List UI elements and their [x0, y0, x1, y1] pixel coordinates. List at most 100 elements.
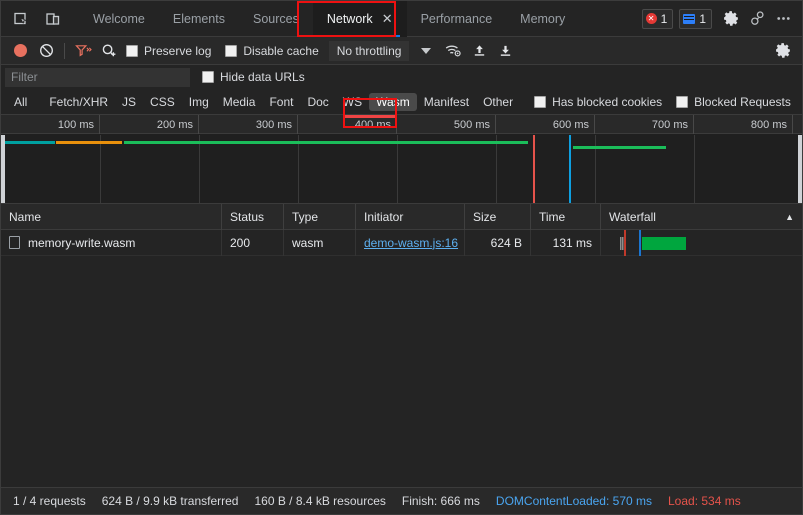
checkbox-box	[126, 45, 138, 57]
waterfall-load-marker	[624, 230, 626, 256]
type-filter-other[interactable]: Other	[476, 93, 520, 111]
transferred-size: 624 B / 9.9 kB transferred	[102, 494, 239, 508]
overview-window-handle-left[interactable]	[1, 135, 5, 203]
message-icon	[683, 14, 695, 24]
network-overview[interactable]: 100 ms 200 ms 300 ms 400 ms 500 ms 600 m…	[1, 115, 802, 204]
resource-type-filters: All Fetch/XHR JS CSS Img Media Font Doc …	[1, 89, 802, 115]
clear-button[interactable]	[33, 39, 59, 63]
preserve-log-label: Preserve log	[144, 44, 211, 58]
preserve-log-checkbox[interactable]: Preserve log	[126, 44, 211, 58]
column-header-time[interactable]: Time	[531, 204, 601, 230]
overview-tick: 800 ms	[694, 115, 793, 134]
filter-icon[interactable]	[70, 39, 96, 63]
type-filter-manifest[interactable]: Manifest	[417, 93, 476, 111]
column-header-name[interactable]: Name	[1, 204, 222, 230]
column-header-type[interactable]: Type	[284, 204, 356, 230]
blocked-requests-label: Blocked Requests	[694, 95, 791, 109]
overview-tick: 600 ms	[496, 115, 595, 134]
network-conditions-icon[interactable]	[440, 39, 466, 63]
type-filter-js[interactable]: JS	[115, 93, 143, 111]
column-header-initiator[interactable]: Initiator	[356, 204, 465, 230]
network-status-bar: 1 / 4 requests 624 B / 9.9 kB transferre…	[1, 487, 802, 514]
initiator-link[interactable]: demo-wasm.js:16	[364, 236, 458, 250]
has-blocked-cookies-checkbox[interactable]: Has blocked cookies	[534, 95, 662, 109]
overview-load-marker	[533, 135, 535, 203]
tab-label: Welcome	[93, 12, 145, 26]
column-header-size[interactable]: Size	[465, 204, 531, 230]
error-count: 1	[661, 12, 668, 26]
throttling-value: No throttling	[337, 44, 402, 58]
cell-name[interactable]: memory-write.wasm	[1, 230, 222, 256]
tab-sources[interactable]: Sources	[239, 1, 313, 37]
error-icon: ✕	[646, 13, 657, 24]
disable-cache-checkbox[interactable]: Disable cache	[225, 44, 318, 58]
filter-input[interactable]	[5, 68, 190, 87]
checkbox-box	[202, 71, 214, 83]
column-header-waterfall-label: Waterfall	[609, 210, 656, 224]
devtools-window: Welcome Elements Sources Network ✕ Perfo…	[0, 0, 803, 515]
blocked-requests-checkbox[interactable]: Blocked Requests	[676, 95, 791, 109]
tab-performance[interactable]: Performance	[407, 1, 507, 37]
tabbar-right-controls: ✕ 1 1	[642, 6, 802, 32]
hide-data-urls-label: Hide data URLs	[220, 70, 305, 84]
cell-initiator[interactable]: demo-wasm.js:16	[356, 230, 465, 256]
table-row[interactable]: memory-write.wasm 200 wasm demo-wasm.js:…	[1, 230, 802, 256]
overview-gridline	[694, 135, 695, 203]
disable-cache-label: Disable cache	[243, 44, 318, 58]
tab-label: Elements	[173, 12, 225, 26]
export-har-icon[interactable]	[492, 39, 518, 63]
finish-time: Finish: 666 ms	[402, 494, 480, 508]
type-filter-font[interactable]: Font	[262, 93, 300, 111]
type-filter-ws[interactable]: WS	[336, 93, 369, 111]
tab-welcome[interactable]: Welcome	[79, 1, 159, 37]
record-button[interactable]	[7, 39, 33, 63]
overview-gridline	[397, 135, 398, 203]
overview-tick: 200 ms	[100, 115, 199, 134]
type-filter-all[interactable]: All	[7, 93, 34, 111]
search-icon[interactable]	[96, 39, 122, 63]
tab-label: Performance	[421, 12, 493, 26]
overview-gridline	[199, 135, 200, 203]
overview-window-handle-right[interactable]	[798, 135, 802, 203]
tab-label: Memory	[520, 12, 565, 26]
overview-request-bar	[124, 141, 528, 144]
overview-request-bar	[4, 141, 55, 144]
waterfall-dcl-marker	[639, 230, 641, 256]
type-filter-media[interactable]: Media	[216, 93, 263, 111]
toolbar-divider	[64, 43, 65, 59]
network-settings-gear-icon[interactable]	[770, 39, 796, 63]
inspect-element-icon[interactable]	[7, 5, 35, 33]
checkbox-box	[225, 45, 237, 57]
tab-memory[interactable]: Memory	[506, 1, 579, 37]
column-header-status[interactable]: Status	[222, 204, 284, 230]
overview-tick: 500 ms	[397, 115, 496, 134]
tab-elements[interactable]: Elements	[159, 1, 239, 37]
cell-waterfall[interactable]	[601, 230, 802, 256]
cell-type: wasm	[284, 230, 356, 256]
column-header-waterfall[interactable]: Waterfall ▲	[601, 204, 802, 230]
resources-size: 160 B / 8.4 kB resources	[254, 494, 385, 508]
type-filter-doc[interactable]: Doc	[300, 93, 335, 111]
type-filter-img[interactable]: Img	[182, 93, 216, 111]
chevron-down-icon[interactable]	[421, 48, 431, 54]
throttling-dropdown[interactable]: No throttling	[329, 41, 410, 61]
more-options-icon[interactable]	[770, 6, 796, 32]
device-toolbar-icon[interactable]	[39, 5, 67, 33]
tab-network[interactable]: Network ✕	[313, 1, 407, 37]
import-har-icon[interactable]	[466, 39, 492, 63]
type-filter-fetch-xhr[interactable]: Fetch/XHR	[42, 93, 115, 111]
message-count-badge[interactable]: 1	[679, 9, 712, 29]
requests-table: Name Status Type Initiator Size Time Wat…	[1, 204, 802, 487]
dock-side-icon[interactable]	[744, 6, 770, 32]
tab-label: Network	[327, 12, 373, 26]
hide-data-urls-checkbox[interactable]: Hide data URLs	[202, 70, 305, 84]
type-filter-css[interactable]: CSS	[143, 93, 182, 111]
overview-canvas[interactable]	[1, 135, 802, 203]
request-name: memory-write.wasm	[28, 236, 135, 250]
type-filter-wasm[interactable]: Wasm	[369, 93, 417, 111]
close-icon[interactable]: ✕	[382, 12, 393, 25]
gear-icon[interactable]	[718, 6, 744, 32]
checkbox-box	[534, 96, 546, 108]
error-count-badge[interactable]: ✕ 1	[642, 9, 674, 29]
cell-status: 200	[222, 230, 284, 256]
